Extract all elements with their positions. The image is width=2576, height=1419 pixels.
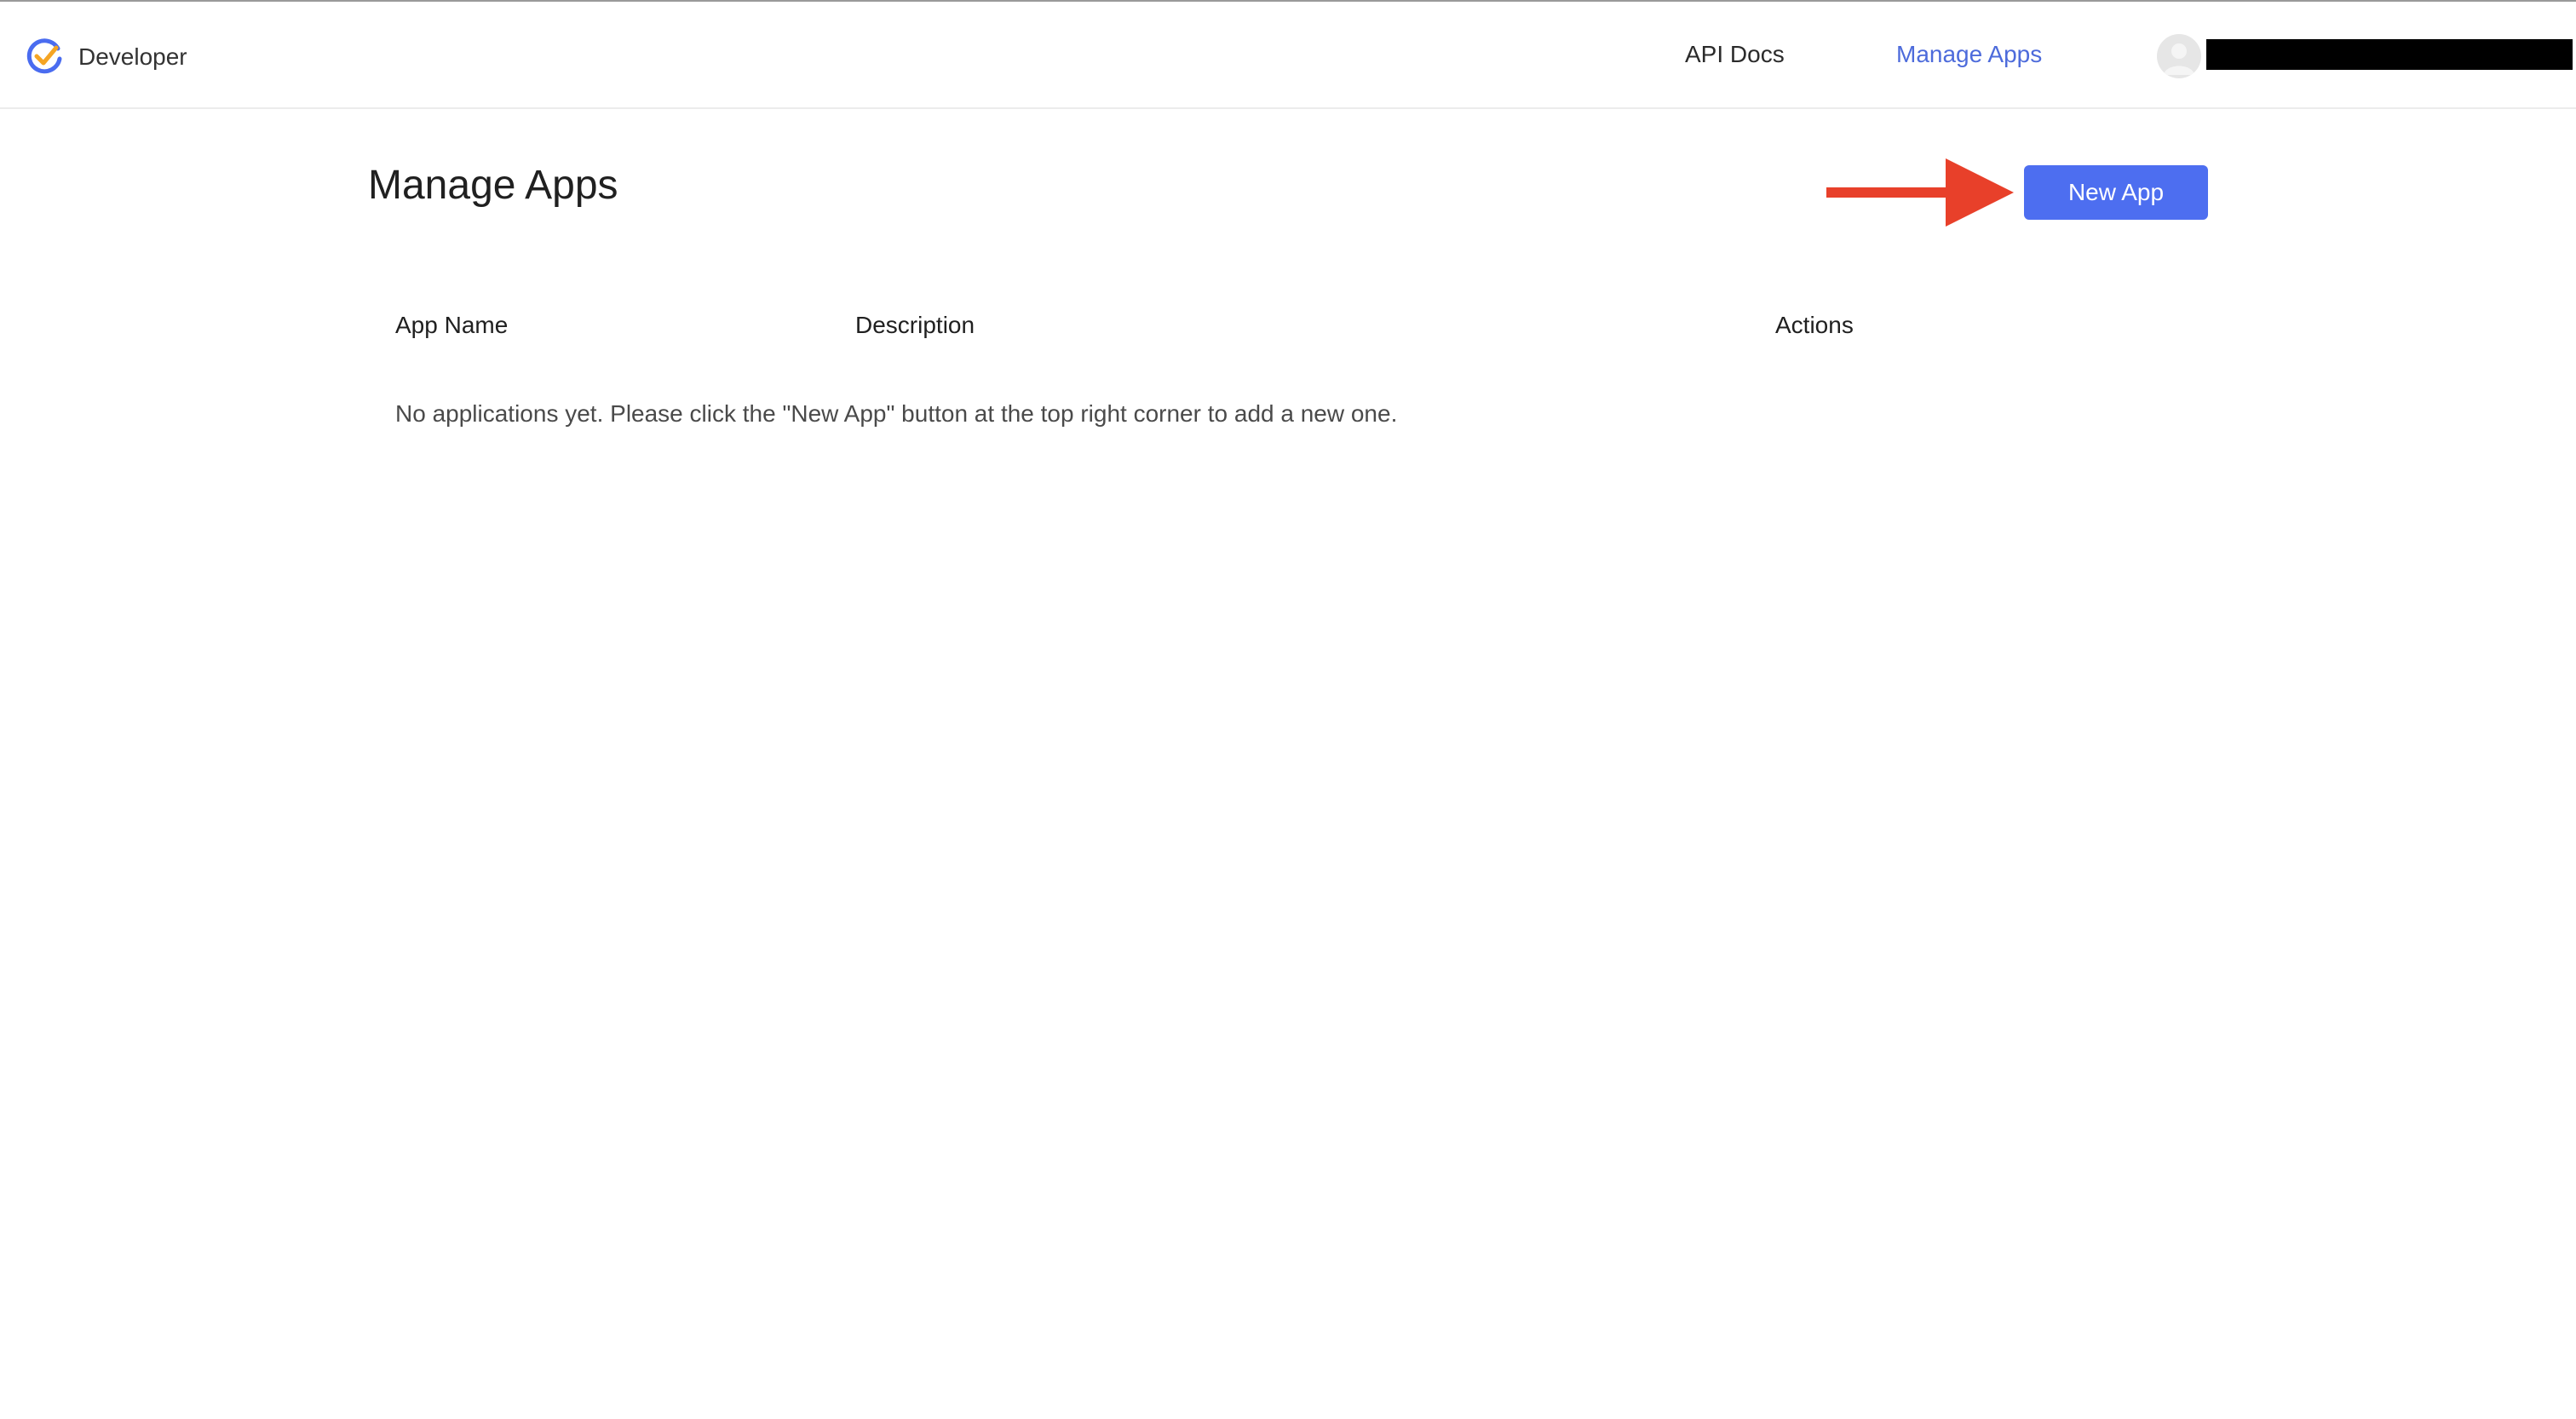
user-avatar-icon[interactable] bbox=[2157, 34, 2201, 78]
annotation-arrow-icon bbox=[1826, 158, 2014, 227]
top-navbar: Developer API Docs Manage Apps bbox=[0, 2, 2576, 109]
column-header-actions: Actions bbox=[1775, 312, 1854, 338]
brand-label: Developer bbox=[78, 43, 187, 70]
brand-link[interactable]: Developer bbox=[24, 34, 187, 80]
nav-link-api-docs[interactable]: API Docs bbox=[1685, 41, 1785, 68]
checkmark-circle-icon bbox=[26, 38, 62, 74]
nav-link-manage-apps[interactable]: Manage Apps bbox=[1896, 41, 2042, 68]
new-app-button[interactable]: New App bbox=[2024, 165, 2208, 220]
person-silhouette-icon bbox=[2164, 43, 2194, 75]
column-header-description: Description bbox=[855, 312, 975, 338]
empty-state-message: No applications yet. Please click the "N… bbox=[395, 400, 1398, 427]
page-title: Manage Apps bbox=[368, 163, 618, 208]
redacted-username bbox=[2206, 39, 2573, 70]
column-header-app-name: App Name bbox=[395, 312, 509, 338]
